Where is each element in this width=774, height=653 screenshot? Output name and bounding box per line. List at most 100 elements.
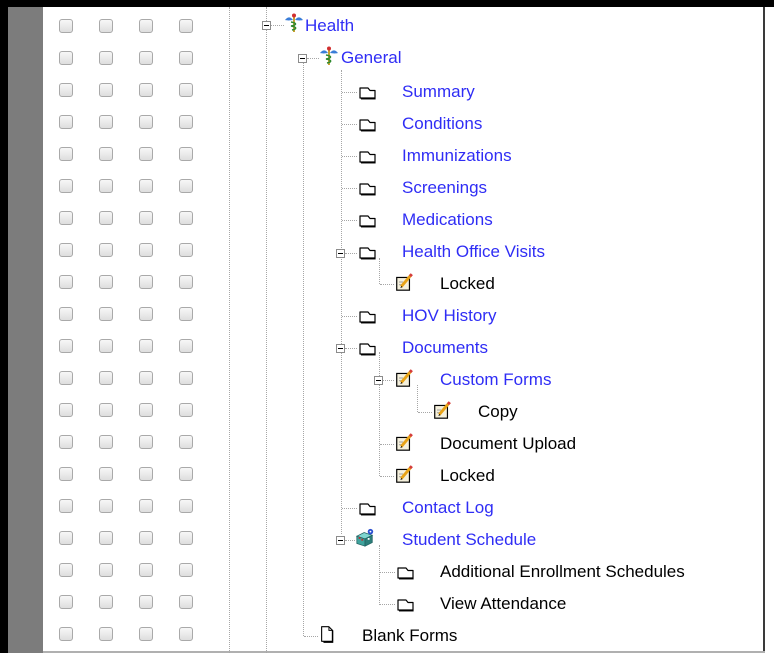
permission-checkbox[interactable] xyxy=(99,531,113,545)
permission-checkbox[interactable] xyxy=(99,499,113,513)
permission-checkbox[interactable] xyxy=(179,403,193,417)
permission-checkbox[interactable] xyxy=(139,19,153,33)
permission-checkbox[interactable] xyxy=(99,179,113,193)
permission-checkbox[interactable] xyxy=(179,499,193,513)
permission-checkbox[interactable] xyxy=(179,339,193,353)
tree-node-conditions[interactable]: Conditions xyxy=(402,114,482,134)
permission-checkbox[interactable] xyxy=(59,83,73,97)
collapse-toggle-icon[interactable] xyxy=(374,376,383,385)
permission-checkbox[interactable] xyxy=(59,275,73,289)
permission-checkbox[interactable] xyxy=(59,243,73,257)
permission-checkbox[interactable] xyxy=(179,147,193,161)
permission-checkbox[interactable] xyxy=(179,467,193,481)
permission-checkbox[interactable] xyxy=(59,147,73,161)
permission-checkbox[interactable] xyxy=(139,435,153,449)
collapse-toggle-icon[interactable] xyxy=(336,344,345,353)
permission-checkbox[interactable] xyxy=(99,627,113,641)
tree-node-custom-forms[interactable]: Custom Forms xyxy=(440,370,551,390)
permission-checkbox[interactable] xyxy=(139,307,153,321)
permission-checkbox[interactable] xyxy=(139,371,153,385)
permission-checkbox[interactable] xyxy=(99,19,113,33)
permission-checkbox[interactable] xyxy=(179,19,193,33)
permission-checkbox[interactable] xyxy=(179,435,193,449)
permission-checkbox[interactable] xyxy=(139,147,153,161)
permission-checkbox[interactable] xyxy=(59,339,73,353)
permission-checkbox[interactable] xyxy=(59,19,73,33)
permission-checkbox[interactable] xyxy=(179,307,193,321)
permission-checkbox[interactable] xyxy=(99,243,113,257)
permission-checkbox[interactable] xyxy=(99,51,113,65)
permission-checkbox[interactable] xyxy=(139,499,153,513)
permission-checkbox[interactable] xyxy=(139,403,153,417)
permission-checkbox[interactable] xyxy=(139,51,153,65)
tree-node-health-office-visits[interactable]: Health Office Visits xyxy=(402,242,545,262)
permission-checkbox[interactable] xyxy=(59,371,73,385)
permission-checkbox[interactable] xyxy=(99,211,113,225)
permission-checkbox[interactable] xyxy=(99,595,113,609)
permission-checkbox[interactable] xyxy=(139,275,153,289)
tree-node-document-upload[interactable]: Document Upload xyxy=(440,434,576,454)
permission-checkbox[interactable] xyxy=(59,403,73,417)
permission-checkbox[interactable] xyxy=(99,275,113,289)
permission-checkbox[interactable] xyxy=(179,243,193,257)
permission-checkbox[interactable] xyxy=(99,83,113,97)
permission-checkbox[interactable] xyxy=(179,179,193,193)
permission-checkbox[interactable] xyxy=(139,467,153,481)
permission-checkbox[interactable] xyxy=(59,211,73,225)
permission-checkbox[interactable] xyxy=(179,627,193,641)
collapse-toggle-icon[interactable] xyxy=(336,249,345,258)
permission-checkbox[interactable] xyxy=(139,595,153,609)
permission-checkbox[interactable] xyxy=(139,243,153,257)
permission-checkbox[interactable] xyxy=(99,147,113,161)
permission-checkbox[interactable] xyxy=(179,531,193,545)
tree-node-screenings[interactable]: Screenings xyxy=(402,178,487,198)
permission-checkbox[interactable] xyxy=(59,115,73,129)
permission-checkbox[interactable] xyxy=(179,83,193,97)
collapse-toggle-icon[interactable] xyxy=(298,54,307,63)
tree-node-additional-enrollment-schedules[interactable]: Additional Enrollment Schedules xyxy=(440,562,685,582)
permission-checkbox[interactable] xyxy=(179,211,193,225)
permission-checkbox[interactable] xyxy=(99,403,113,417)
tree-node-hov-history[interactable]: HOV History xyxy=(402,306,496,326)
permission-checkbox[interactable] xyxy=(59,563,73,577)
permission-checkbox[interactable] xyxy=(59,595,73,609)
permission-checkbox[interactable] xyxy=(99,339,113,353)
permission-checkbox[interactable] xyxy=(59,499,73,513)
tree-node-medications[interactable]: Medications xyxy=(402,210,493,230)
permission-checkbox[interactable] xyxy=(139,531,153,545)
permission-checkbox[interactable] xyxy=(99,563,113,577)
permission-checkbox[interactable] xyxy=(139,83,153,97)
tree-node-health[interactable]: Health xyxy=(305,16,354,36)
collapse-toggle-icon[interactable] xyxy=(336,536,345,545)
permission-checkbox[interactable] xyxy=(99,371,113,385)
permission-checkbox[interactable] xyxy=(179,51,193,65)
permission-checkbox[interactable] xyxy=(99,467,113,481)
permission-checkbox[interactable] xyxy=(59,627,73,641)
tree-node-documents[interactable]: Documents xyxy=(402,338,488,358)
permission-checkbox[interactable] xyxy=(139,563,153,577)
permission-checkbox[interactable] xyxy=(179,115,193,129)
permission-checkbox[interactable] xyxy=(179,595,193,609)
permission-checkbox[interactable] xyxy=(59,531,73,545)
tree-node-blank-forms[interactable]: Blank Forms xyxy=(362,626,457,646)
permission-checkbox[interactable] xyxy=(139,627,153,641)
permission-checkbox[interactable] xyxy=(179,371,193,385)
permission-checkbox[interactable] xyxy=(139,211,153,225)
tree-node-contact-log[interactable]: Contact Log xyxy=(402,498,494,518)
permission-checkbox[interactable] xyxy=(59,435,73,449)
permission-checkbox[interactable] xyxy=(139,179,153,193)
tree-node-locked[interactable]: Locked xyxy=(440,274,495,294)
tree-node-general[interactable]: General xyxy=(341,48,401,68)
permission-checkbox[interactable] xyxy=(139,115,153,129)
permission-checkbox[interactable] xyxy=(99,307,113,321)
permission-checkbox[interactable] xyxy=(59,467,73,481)
permission-checkbox[interactable] xyxy=(179,275,193,289)
tree-node-locked[interactable]: Locked xyxy=(440,466,495,486)
permission-checkbox[interactable] xyxy=(59,51,73,65)
tree-node-copy[interactable]: Copy xyxy=(478,402,518,422)
tree-node-immunizations[interactable]: Immunizations xyxy=(402,146,512,166)
tree-node-student-schedule[interactable]: Student Schedule xyxy=(402,530,536,550)
permission-checkbox[interactable] xyxy=(99,115,113,129)
permission-checkbox[interactable] xyxy=(139,339,153,353)
permission-checkbox[interactable] xyxy=(59,179,73,193)
